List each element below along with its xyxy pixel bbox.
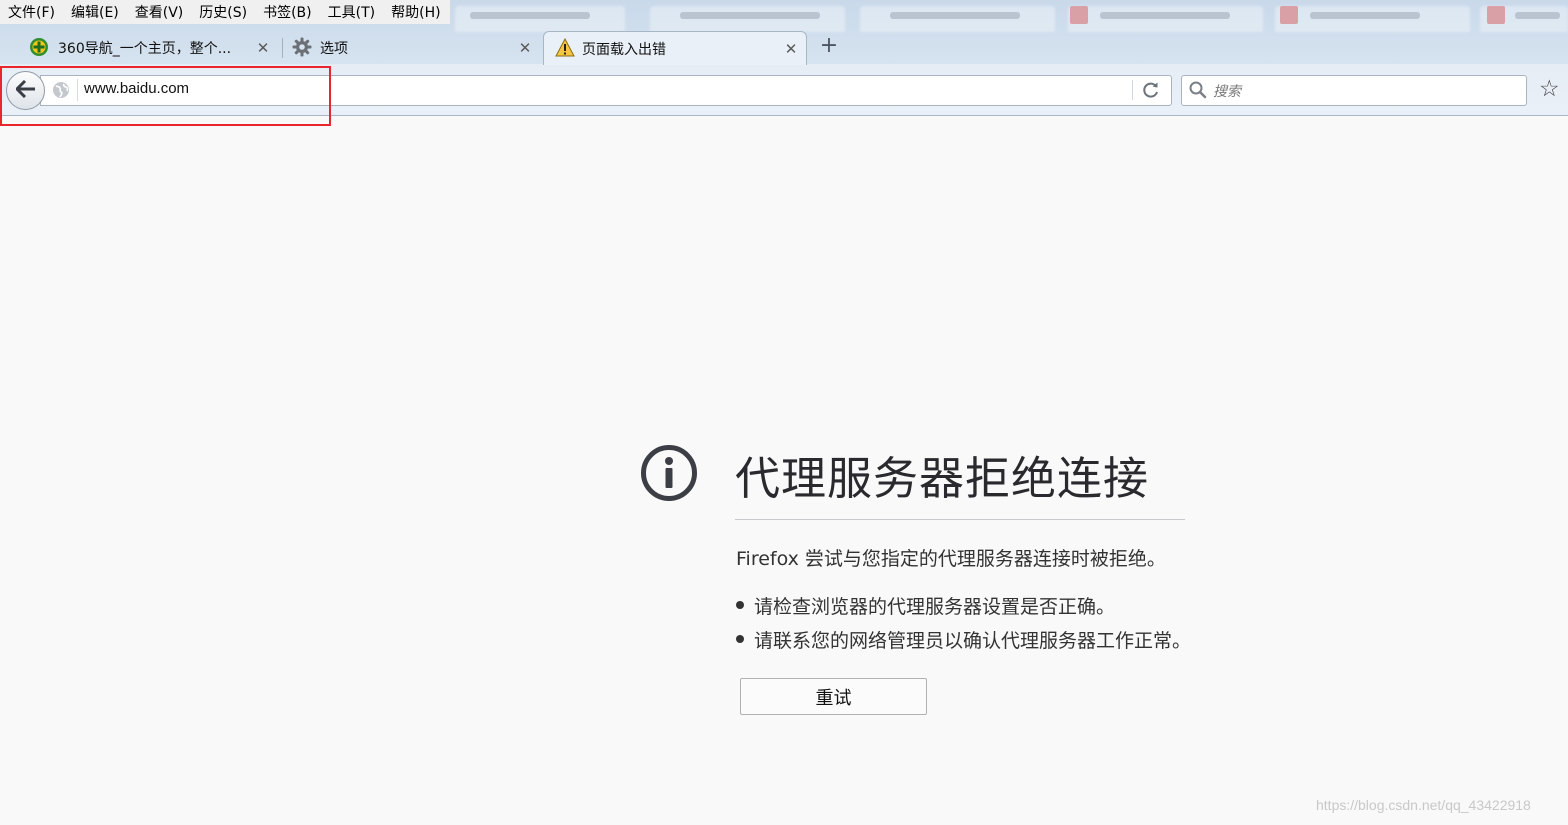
search-placeholder: 搜索 [1213, 84, 1241, 100]
error-suggestions: 请检查浏览器的代理服务器设置是否正确。 请联系您的网络管理员以确认代理服务器工作… [736, 588, 1191, 656]
bullet [736, 601, 744, 609]
url-separator [77, 79, 78, 101]
background-tab-blurred [1275, 6, 1470, 32]
globe-icon [52, 81, 70, 103]
background-tab-blurred [1070, 6, 1088, 24]
list-item: 请检查浏览器的代理服务器设置是否正确。 [736, 588, 1191, 622]
background-tab-blurred [470, 12, 590, 19]
360-icon [29, 37, 49, 61]
suggestion-text: 请联系您的网络管理员以确认代理服务器工作正常。 [754, 629, 1192, 652]
background-tab-blurred [455, 6, 625, 32]
menu-bookmarks[interactable]: 书签(B) [255, 2, 320, 22]
retry-button[interactable]: 重试 [740, 678, 927, 715]
background-tab-blurred [650, 6, 845, 32]
reload-icon[interactable] [1141, 80, 1161, 104]
background-tab-blurred [1100, 12, 1230, 19]
warning-icon [555, 37, 575, 61]
list-item: 请联系您的网络管理员以确认代理服务器工作正常。 [736, 622, 1191, 656]
menu-file[interactable]: 文件(F) [0, 2, 63, 22]
url-input[interactable]: www.baidu.com [84, 80, 189, 97]
menu-edit[interactable]: 编辑(E) [63, 2, 127, 22]
gear-icon [292, 37, 312, 61]
background-tab-blurred [1487, 6, 1505, 24]
back-button[interactable] [6, 71, 45, 110]
close-icon[interactable]: ✕ [518, 39, 532, 57]
url-divider [1132, 80, 1133, 100]
tab-separator [282, 38, 283, 58]
background-tab-blurred [890, 12, 1020, 19]
title-divider [735, 519, 1185, 520]
background-tab-blurred [1280, 6, 1298, 24]
url-bar[interactable] [40, 75, 1172, 106]
new-tab-button[interactable]: + [818, 33, 840, 59]
tab-options[interactable]: 选项 ✕ [285, 31, 540, 64]
error-description: Firefox 尝试与您指定的代理服务器连接时被拒绝。 [736, 548, 1166, 570]
menu-view[interactable]: 查看(V) [127, 2, 192, 22]
suggestion-text: 请检查浏览器的代理服务器设置是否正确。 [754, 595, 1116, 618]
tab-label: 选项 [320, 41, 348, 57]
menu-history[interactable]: 历史(S) [191, 2, 255, 22]
tab-page-load-error[interactable]: 页面载入出错 ✕ [543, 31, 807, 65]
bookmark-star-icon[interactable]: ☆ [1539, 76, 1560, 102]
tab-360-navigation[interactable]: 360导航_一个主页，整个... ✕ [22, 31, 278, 64]
error-title: 代理服务器拒绝连接 [735, 452, 1150, 505]
close-icon[interactable]: ✕ [256, 39, 270, 57]
watermark: https://blog.csdn.net/qq_43422918 [1316, 797, 1531, 813]
menu-tools[interactable]: 工具(T) [320, 2, 383, 22]
background-tab-blurred [1310, 12, 1420, 19]
tab-label: 360导航_一个主页，整个... [58, 41, 232, 57]
menu-help[interactable]: 帮助(H) [383, 2, 448, 22]
info-icon [640, 444, 698, 506]
back-arrow-icon [15, 79, 36, 102]
background-tab-blurred [680, 12, 820, 19]
background-tab-blurred [860, 6, 1055, 32]
background-tab-blurred [1515, 12, 1560, 19]
close-icon[interactable]: ✕ [784, 40, 798, 58]
search-icon [1188, 80, 1208, 104]
tab-label: 页面载入出错 [582, 42, 666, 58]
menu-bar: 文件(F) 编辑(E) 查看(V) 历史(S) 书签(B) 工具(T) 帮助(H… [0, 0, 450, 24]
bullet [736, 635, 744, 643]
background-tab-blurred [1068, 6, 1263, 32]
